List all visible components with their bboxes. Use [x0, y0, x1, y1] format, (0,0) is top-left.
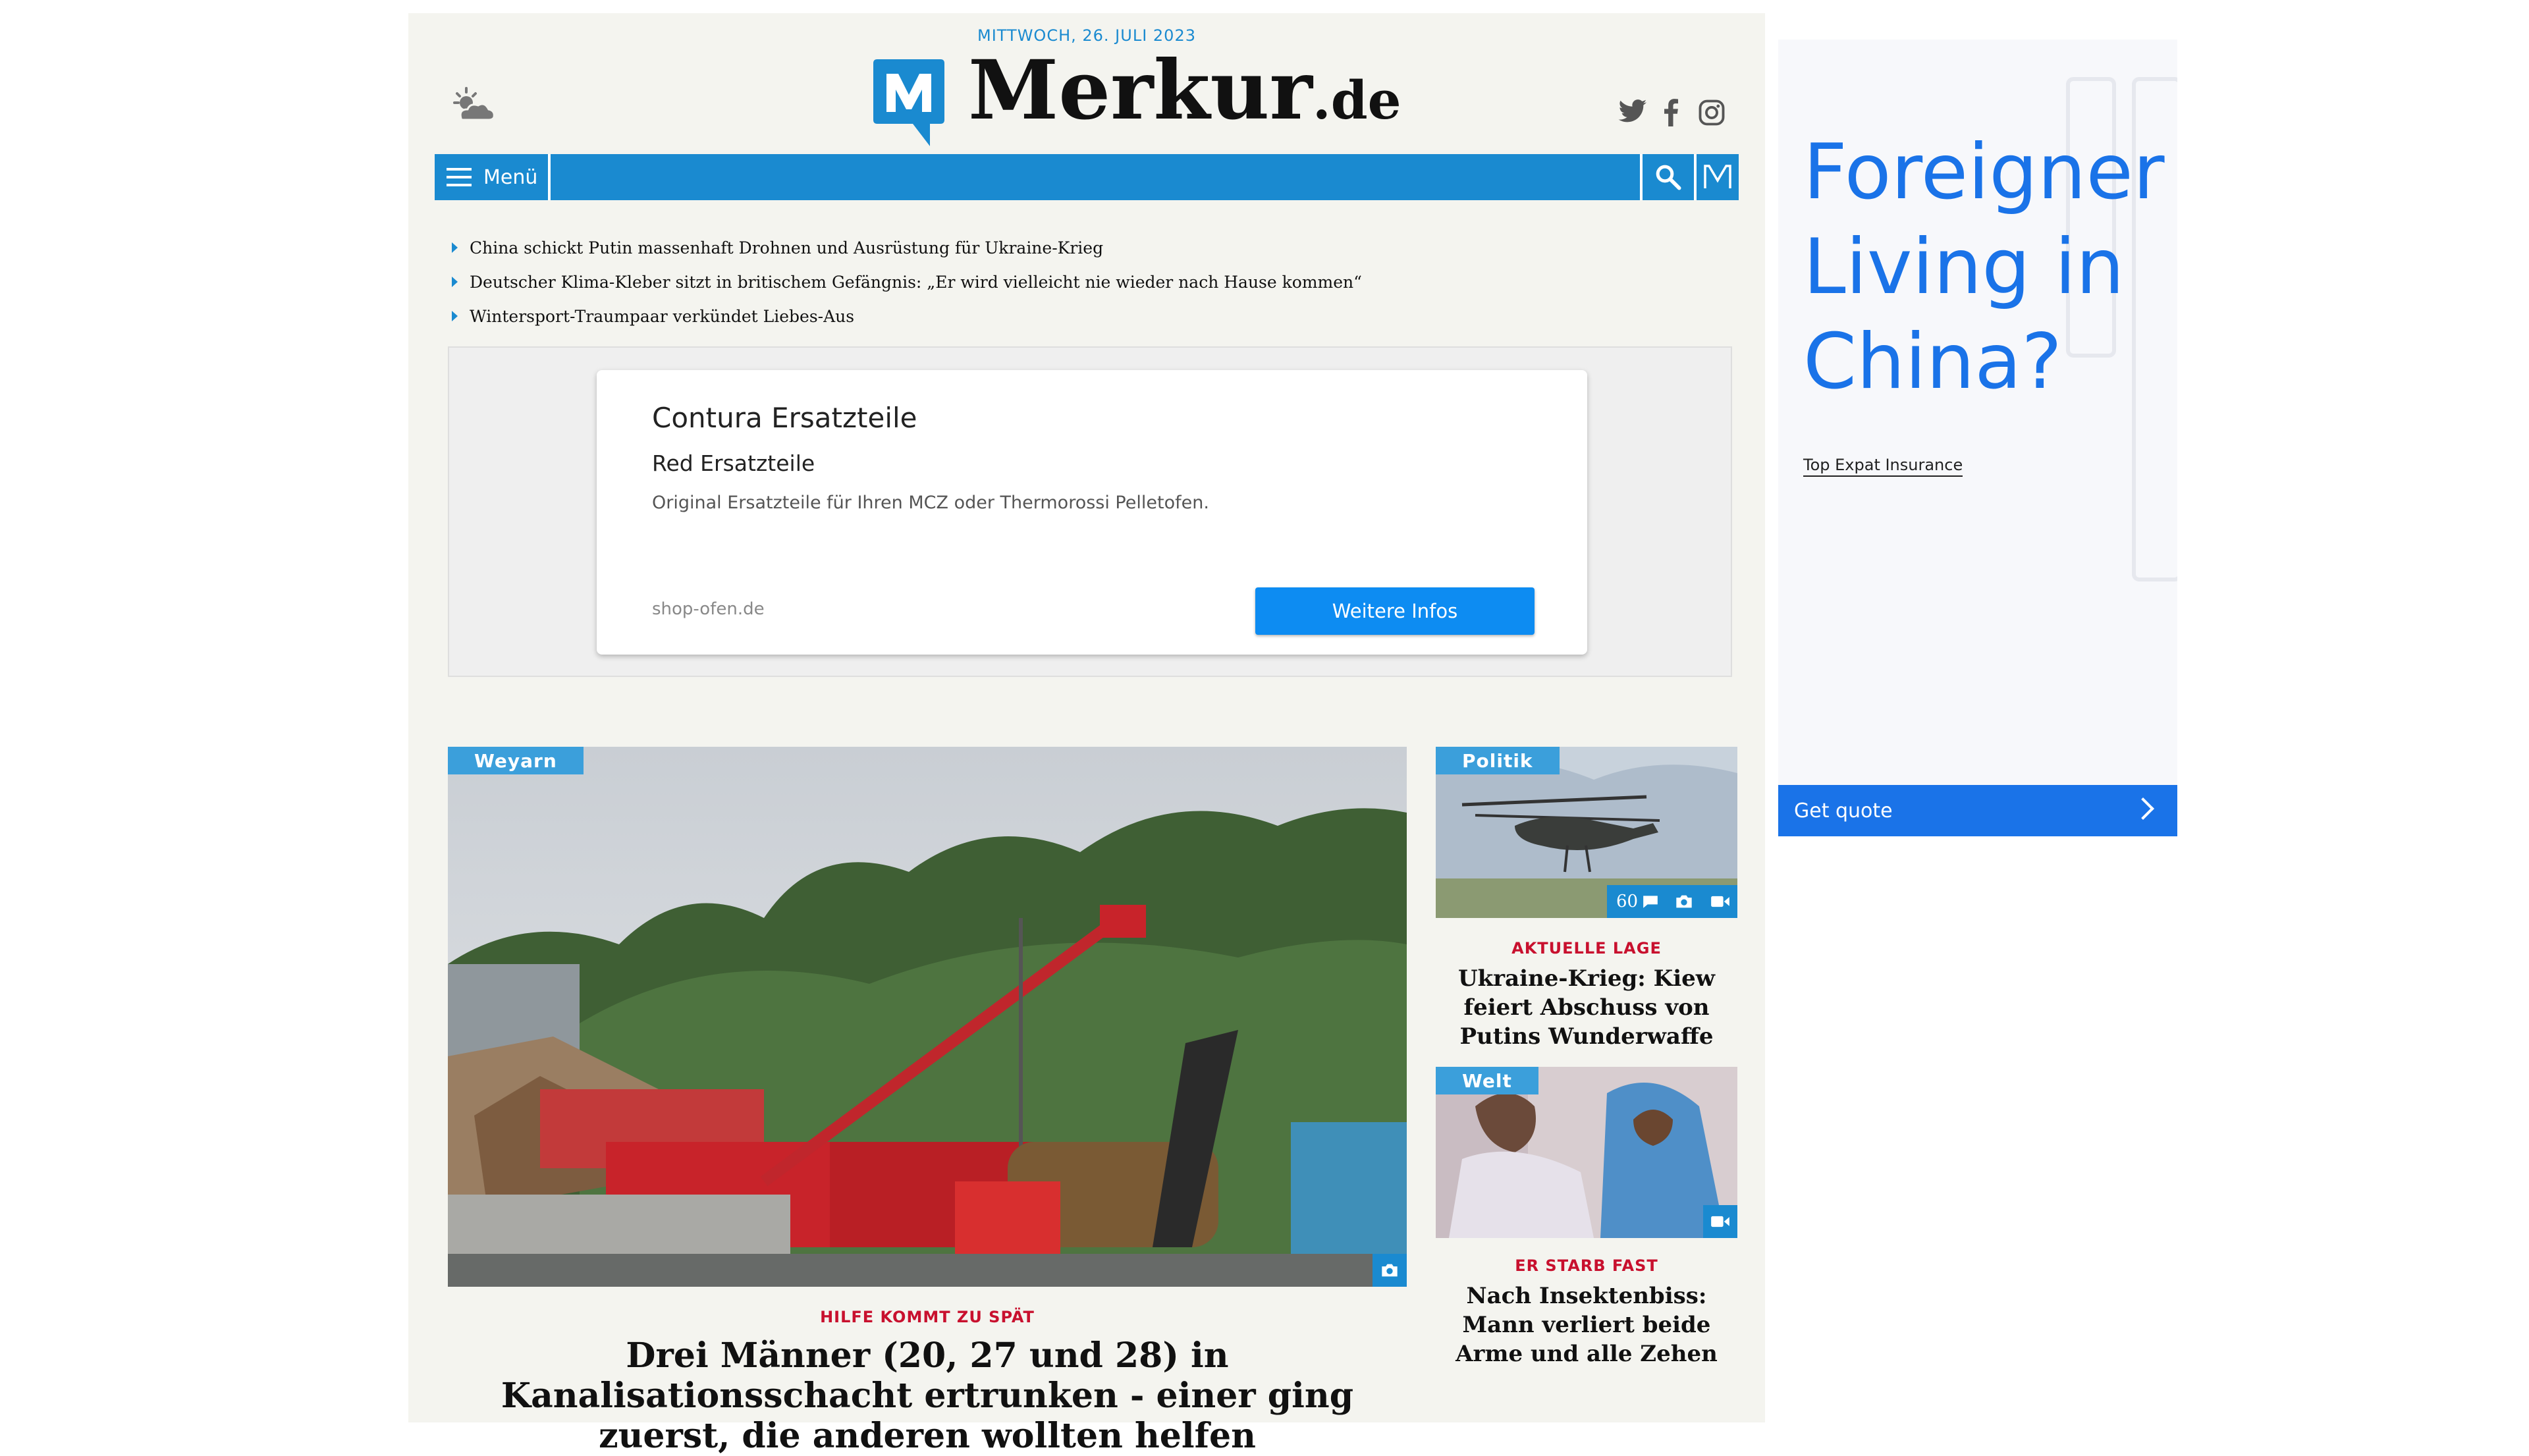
ad-title[interactable]: Contura Ersatzteile: [652, 402, 917, 434]
ad-subtitle: Red Ersatzteile: [652, 450, 815, 476]
side-article[interactable]: Politik 60 AKTUELLE LAGE Ukraine-Krieg: …: [1436, 747, 1737, 1056]
media-badges: 60: [1607, 885, 1737, 918]
merkur-logo[interactable]: Merkur.de: [869, 43, 1401, 155]
weather-cloud-sun-icon[interactable]: [452, 84, 497, 125]
merkur-m-icon: [1704, 165, 1731, 188]
hamburger-icon: [447, 168, 472, 186]
main-article-image[interactable]: [448, 747, 1407, 1287]
top-headlines-list: China schickt Putin massenhaft Drohnen u…: [448, 230, 1699, 333]
video-icon: [1711, 1216, 1729, 1227]
category-tag[interactable]: Welt: [1436, 1067, 1538, 1094]
comment-icon: [1643, 896, 1658, 908]
camera-icon: [1382, 1264, 1398, 1277]
camera-icon: [1676, 895, 1692, 908]
main-article-title[interactable]: Drei Männer (20, 27 und 28) in Kanalisat…: [448, 1335, 1407, 1456]
video-badge: [1703, 1205, 1737, 1238]
instagram-icon[interactable]: [1698, 99, 1726, 129]
bullet-triangle-icon: [452, 277, 458, 287]
main-column: MITTWOCH, 26. JULI 2023 Merkur.de Menü C…: [408, 13, 1765, 1456]
side-article[interactable]: Welt ER STARB FAST Nach Insektenbiss: Ma…: [1436, 1067, 1737, 1376]
headline-link[interactable]: Wintersport-Traumpaar verkündet Liebes-A…: [448, 299, 1699, 333]
logo-text: Merkur: [968, 43, 1313, 138]
ad-card[interactable]: Contura Ersatzteile Red Ersatzteile Orig…: [597, 370, 1587, 655]
menu-label: Menü: [483, 165, 538, 189]
category-tag[interactable]: Politik: [1436, 747, 1560, 774]
main-navbar: Menü: [435, 154, 1739, 200]
ad-sponsor-link[interactable]: Top Expat Insurance: [1803, 456, 1963, 477]
menu-button[interactable]: Menü: [435, 154, 551, 200]
bullet-triangle-icon: [452, 311, 458, 321]
merkur-m-mark-icon: [869, 57, 948, 149]
get-quote-label: Get quote: [1794, 799, 1893, 822]
right-sidebar-ad[interactable]: Foreigner Living in China? Top Expat Ins…: [1778, 40, 2177, 836]
search-icon: [1656, 165, 1681, 190]
ad-domain: shop-ofen.de: [652, 599, 765, 619]
get-quote-button[interactable]: Get quote: [1778, 785, 2177, 836]
logo-wordmark: Merkur.de: [968, 50, 1401, 132]
headline-text: China schickt Putin massenhaft Drohnen u…: [470, 238, 1104, 257]
main-article[interactable]: Weyarn HILFE KOMMT ZU SPÄT Drei Männer (…: [448, 747, 1407, 1456]
ad-more-info-button[interactable]: Weitere Infos: [1255, 587, 1535, 635]
headline-link[interactable]: China schickt Putin massenhaft Drohnen u…: [448, 230, 1699, 265]
photo-gallery-badge: [1373, 1254, 1407, 1287]
merkur-account-button[interactable]: [1694, 154, 1739, 200]
comment-count: 60: [1616, 892, 1639, 911]
side-article-title[interactable]: Nach Insektenbiss: Mann verliert beide A…: [1436, 1281, 1737, 1368]
ad-headline[interactable]: Foreigner Living in China?: [1803, 125, 2165, 410]
twitter-icon[interactable]: [1618, 99, 1648, 129]
ad-description: Original Ersatzteile für Ihren MCZ oder …: [652, 493, 1209, 513]
ad-container: Contura Ersatzteile Red Ersatzteile Orig…: [448, 346, 1732, 677]
facebook-icon[interactable]: [1661, 99, 1681, 129]
headline-link[interactable]: Deutscher Klima-Kleber sitzt in britisch…: [448, 265, 1699, 299]
video-icon: [1711, 896, 1729, 907]
side-article-title[interactable]: Ukraine-Krieg: Kiew feiert Abschuss von …: [1436, 964, 1737, 1051]
headline-text: Deutscher Klima-Kleber sitzt in britisch…: [470, 272, 1362, 292]
side-article-kicker: ER STARB FAST: [1515, 1256, 1658, 1275]
chevron-right-icon: [2132, 797, 2154, 820]
current-date: MITTWOCH, 26. JULI 2023: [977, 26, 1196, 45]
category-tag[interactable]: Weyarn: [448, 747, 584, 774]
headline-text: Wintersport-Traumpaar verkündet Liebes-A…: [470, 306, 855, 326]
logo-suffix: .de: [1312, 69, 1401, 131]
main-article-kicker: HILFE KOMMT ZU SPÄT: [820, 1308, 1035, 1326]
side-article-kicker: AKTUELLE LAGE: [1511, 939, 1662, 957]
search-button[interactable]: [1640, 154, 1694, 200]
bullet-triangle-icon: [452, 242, 458, 253]
